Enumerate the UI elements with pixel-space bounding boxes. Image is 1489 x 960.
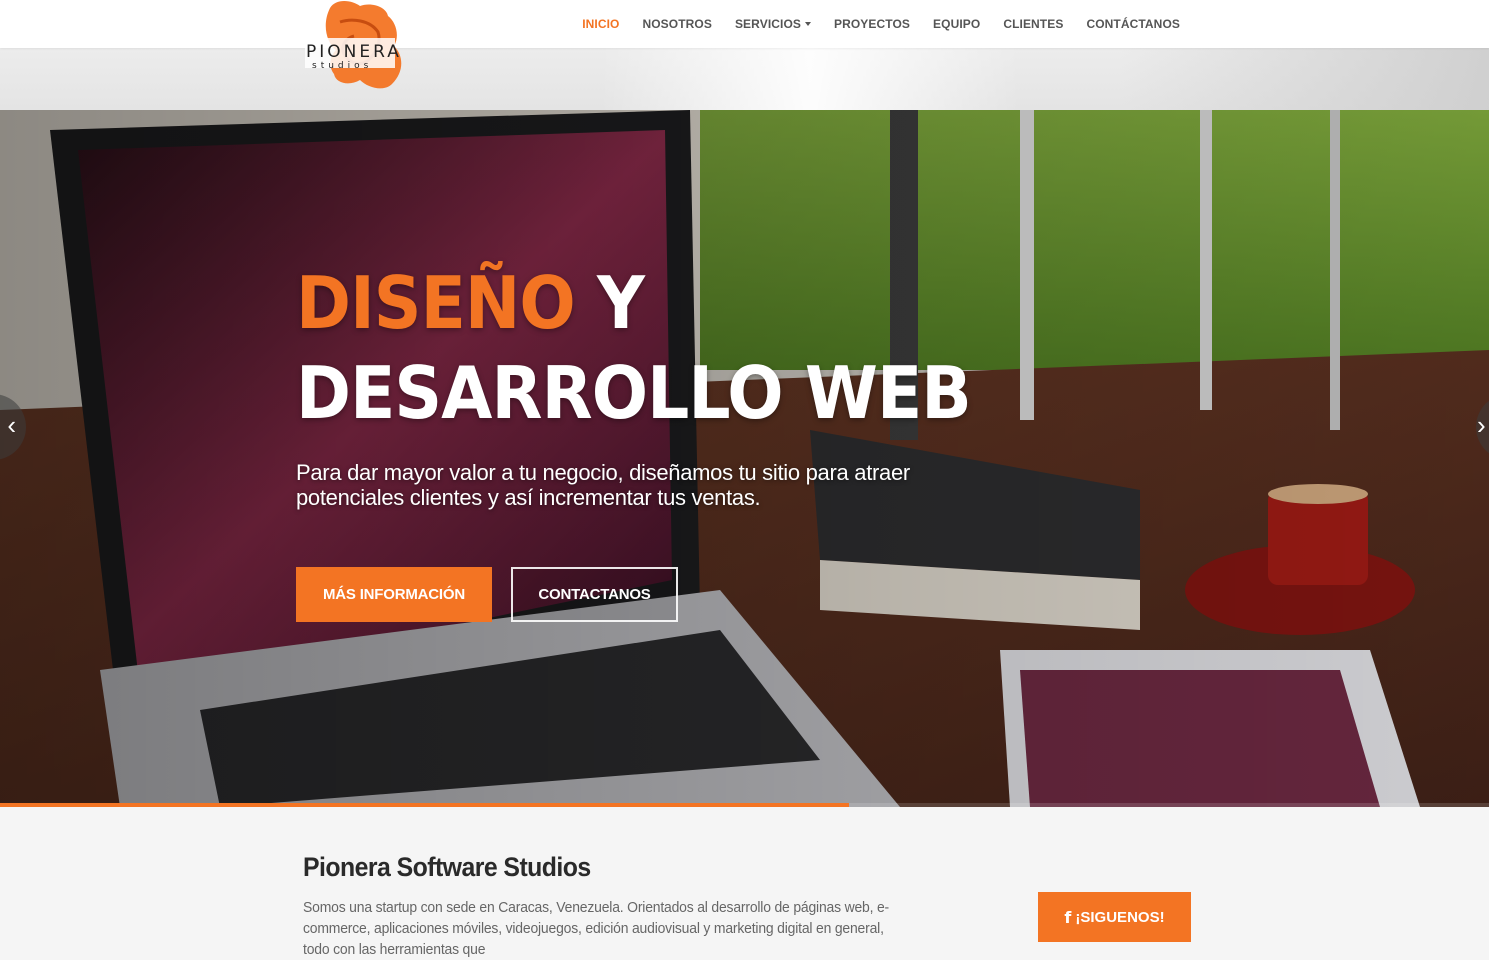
nav-item-label: PROYECTOS <box>834 17 911 31</box>
nav-item-servicios[interactable]: SERVICIOS <box>735 17 811 31</box>
more-info-button[interactable]: MÁS INFORMACIÓN <box>296 567 492 622</box>
slide-progress-fill <box>0 803 849 807</box>
site-logo[interactable]: PIONERA studios <box>300 0 410 92</box>
hero-title-rest: Y <box>574 261 645 345</box>
nav-item-nosotros[interactable]: NOSOTROS <box>642 17 711 31</box>
follow-us-label: ¡SIGUENOS! <box>1075 908 1165 926</box>
about-title: Pionera Software Studios <box>303 852 591 882</box>
nav-item-equipo[interactable]: EQUIPO <box>933 17 980 31</box>
follow-us-button[interactable]: f ¡SIGUENOS! <box>1038 892 1191 942</box>
navbar: INICIO NOSOTROS SERVICIOS PROYECTOS EQUI… <box>0 0 1489 48</box>
nav-item-label: SERVICIOS <box>734 17 801 31</box>
nav-item-proyectos[interactable]: PROYECTOS <box>834 17 910 31</box>
chevron-left-icon: ‹ <box>7 410 16 440</box>
hero-subtitle: Para dar mayor valor a tu negocio, diseñ… <box>296 460 910 510</box>
logo-splash-icon: PIONERA studios <box>305 1 402 89</box>
hero-slider: DISEÑO Y DESARROLLO WEB Para dar mayor v… <box>0 110 1489 807</box>
nav-item-label: INICIO <box>582 17 620 31</box>
nav-item-label: NOSOTROS <box>642 17 712 31</box>
hero-title-accent: DISEÑO <box>296 261 576 345</box>
nav-item-label: CLIENTES <box>1003 17 1064 31</box>
facebook-icon: f <box>1064 907 1072 927</box>
logo-subtext: studios <box>312 61 372 71</box>
caret-down-icon <box>805 22 811 26</box>
hero-title-line2: DESARROLLO WEB <box>296 351 972 435</box>
nav-item-inicio[interactable]: INICIO <box>582 17 619 31</box>
logo-wordmark: PIONERA <box>306 42 402 62</box>
nav-item-contactanos[interactable]: CONTÁCTANOS <box>1086 17 1180 31</box>
nav-item-label: EQUIPO <box>933 17 981 31</box>
header-band <box>0 48 1489 110</box>
contact-button[interactable]: CONTACTANOS <box>511 567 678 622</box>
slide-progress-bar <box>0 803 1489 807</box>
nav-item-label: CONTÁCTANOS <box>1086 17 1180 31</box>
nav-item-clientes[interactable]: CLIENTES <box>1003 17 1063 31</box>
about-text: Somos una startup con sede en Caracas, V… <box>303 899 890 958</box>
hero-title: DISEÑO Y DESARROLLO WEB <box>296 258 995 438</box>
chevron-right-icon: › <box>1477 410 1486 440</box>
main-nav: INICIO NOSOTROS SERVICIOS PROYECTOS EQUI… <box>559 0 1180 48</box>
